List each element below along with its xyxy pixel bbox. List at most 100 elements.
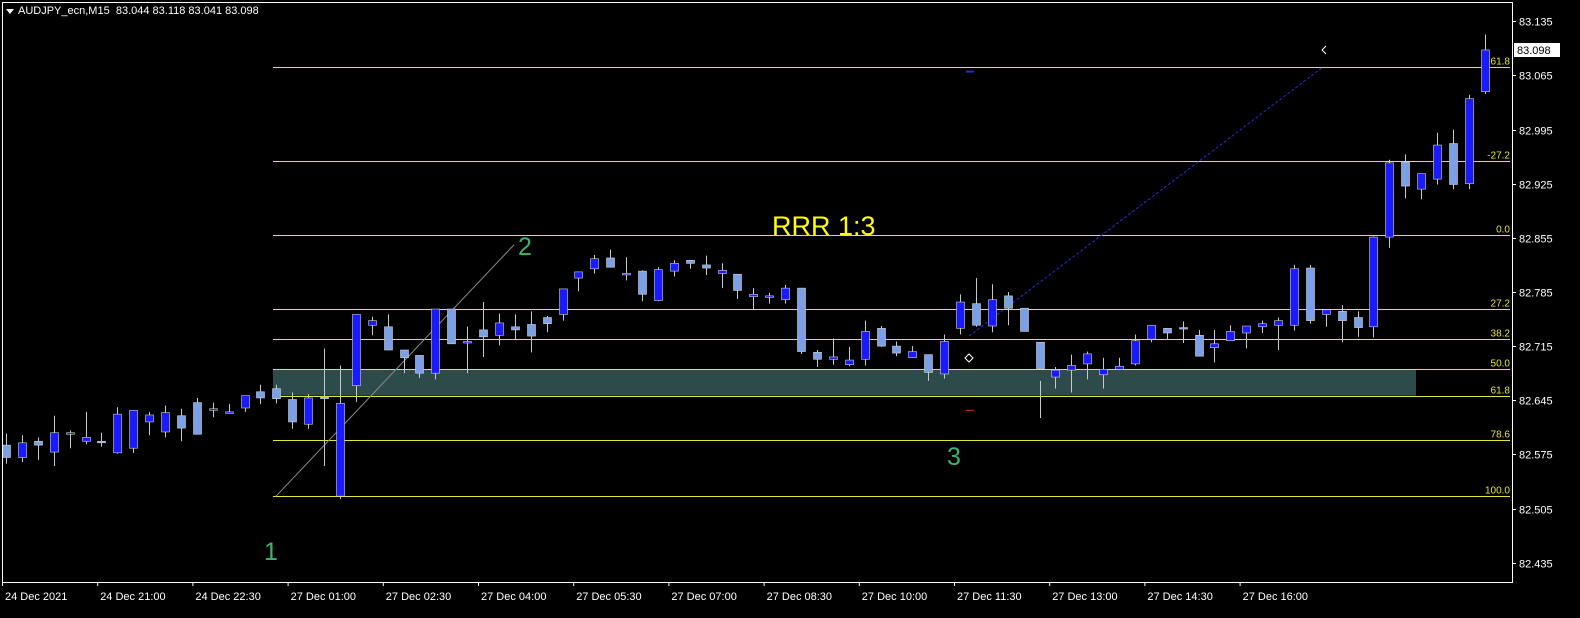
- candle: [1274, 317, 1283, 350]
- candle: [495, 313, 504, 346]
- candle: [718, 263, 727, 289]
- candle: [304, 394, 313, 429]
- candle: [1481, 34, 1490, 95]
- candle-body: [606, 257, 615, 268]
- axes-layer: 83.135 83.065 82.995 82.925 82.855 82.785 82.7…: [2, 2, 1560, 603]
- candle-body: [1179, 327, 1188, 330]
- candle-body: [463, 341, 472, 344]
- dropdown-triangle-icon[interactable]: [6, 8, 14, 14]
- fib-level-label: 0.0: [1496, 225, 1510, 236]
- candle-body: [97, 440, 106, 444]
- candle: [368, 316, 377, 336]
- candle-body: [209, 408, 218, 411]
- candle: [654, 267, 663, 302]
- candle-body: [1274, 320, 1283, 326]
- candle: [1401, 154, 1410, 199]
- candle: [1195, 329, 1204, 357]
- candle: [908, 346, 917, 359]
- fib-level-label: 50.0: [1491, 359, 1511, 370]
- candle: [892, 341, 901, 357]
- fib-level-label: 38.2: [1491, 329, 1511, 340]
- fib-level-label: 100.0: [1485, 486, 1510, 497]
- candle-body: [1481, 49, 1490, 93]
- candle: [2, 433, 11, 464]
- chart-header: AUDJPY_ecn,M15 83.044 83.118 83.041 83.0…: [6, 5, 259, 17]
- candle: [256, 384, 265, 405]
- candle-body: [574, 271, 583, 279]
- candle: [1385, 159, 1394, 248]
- candle-body: [1369, 236, 1378, 328]
- candle-body: [749, 294, 758, 297]
- candle-body: [241, 395, 250, 409]
- candle-body: [813, 352, 822, 360]
- candle-body: [638, 270, 647, 295]
- x-axis-tick-label: 27 Dec 07:00: [671, 591, 736, 603]
- candle-body: [161, 412, 170, 433]
- symbol-label: AUDJPY_ecn,M15: [18, 5, 110, 17]
- candle: [781, 285, 790, 304]
- candle: [686, 259, 695, 269]
- candle-body: [765, 295, 774, 298]
- fibonacci-levels-layer: -61.8 -27.2 0.0 27.2 38.2 50.0 61.8 78.6 100.0: [273, 57, 1510, 497]
- candle-body: [336, 403, 345, 497]
- candle: [1433, 132, 1442, 185]
- fib-zone-layer: [273, 369, 1416, 396]
- y-axis-tick-label: 82.785: [1519, 288, 1553, 300]
- candle-body: [1290, 268, 1299, 326]
- candle-body: [1226, 331, 1235, 342]
- x-axis-tick-label: 27 Dec 04:00: [481, 591, 546, 603]
- candle-body: [797, 287, 806, 352]
- current-price-label: 83.098: [1517, 45, 1551, 57]
- candle-body: [861, 331, 870, 360]
- candle-body: [1131, 340, 1140, 365]
- candle: [1258, 320, 1267, 333]
- candle: [813, 350, 822, 368]
- candle-body: [384, 326, 393, 351]
- candle: [1449, 129, 1458, 190]
- candle: [463, 326, 472, 374]
- x-axis-tick-label: 27 Dec 10:00: [862, 591, 927, 603]
- candle-body: [1036, 341, 1045, 369]
- candle-body: [415, 355, 424, 374]
- plot-frame: [2, 2, 1513, 583]
- candle: [66, 430, 75, 449]
- candle-body: [702, 264, 711, 269]
- candle-body: [1465, 98, 1474, 185]
- candle: [177, 408, 186, 442]
- candle-body: [352, 314, 361, 386]
- candle-body: [18, 442, 27, 458]
- candle: [527, 311, 536, 353]
- fib-level-label: 61.8: [1491, 386, 1511, 397]
- candle: [1163, 328, 1172, 340]
- candle-body: [400, 349, 409, 359]
- candle-body: [686, 259, 695, 264]
- price-chart[interactable]: -61.8 -27.2 0.0 27.2 38.2 50.0 61.8 78.6 100.0 R…: [0, 0, 1580, 613]
- target-dotted-line: [968, 67, 1323, 337]
- candle: [988, 284, 997, 333]
- trend-lines-layer: [275, 67, 1323, 497]
- candle: [97, 432, 106, 447]
- candle: [956, 294, 965, 335]
- candle: [940, 334, 949, 379]
- candle: [670, 260, 679, 277]
- candle-body: [113, 413, 122, 454]
- x-axis-tick-label: 27 Dec 05:30: [576, 591, 641, 603]
- candle: [861, 320, 870, 366]
- candle-body: [1099, 369, 1108, 376]
- candles-layer: [2, 34, 1490, 500]
- candle-body: [288, 399, 297, 423]
- candle: [765, 292, 774, 304]
- candle-body: [1004, 295, 1013, 309]
- x-axis-tick-label: 27 Dec 16:00: [1243, 591, 1308, 603]
- candle-body: [1195, 335, 1204, 357]
- candle: [797, 287, 806, 354]
- candle-body: [924, 354, 933, 373]
- candle: [447, 308, 456, 345]
- candle-body: [1067, 365, 1076, 371]
- x-axis-tick-label: 27 Dec 14:30: [1147, 591, 1212, 603]
- candle-body: [972, 303, 981, 326]
- chart-canvas[interactable]: -61.8 -27.2 0.0 27.2 38.2 50.0 61.8 78.6 100.0 R…: [0, 0, 1580, 613]
- candle-body: [781, 287, 790, 301]
- candle: [129, 410, 138, 453]
- candle-body: [877, 328, 886, 347]
